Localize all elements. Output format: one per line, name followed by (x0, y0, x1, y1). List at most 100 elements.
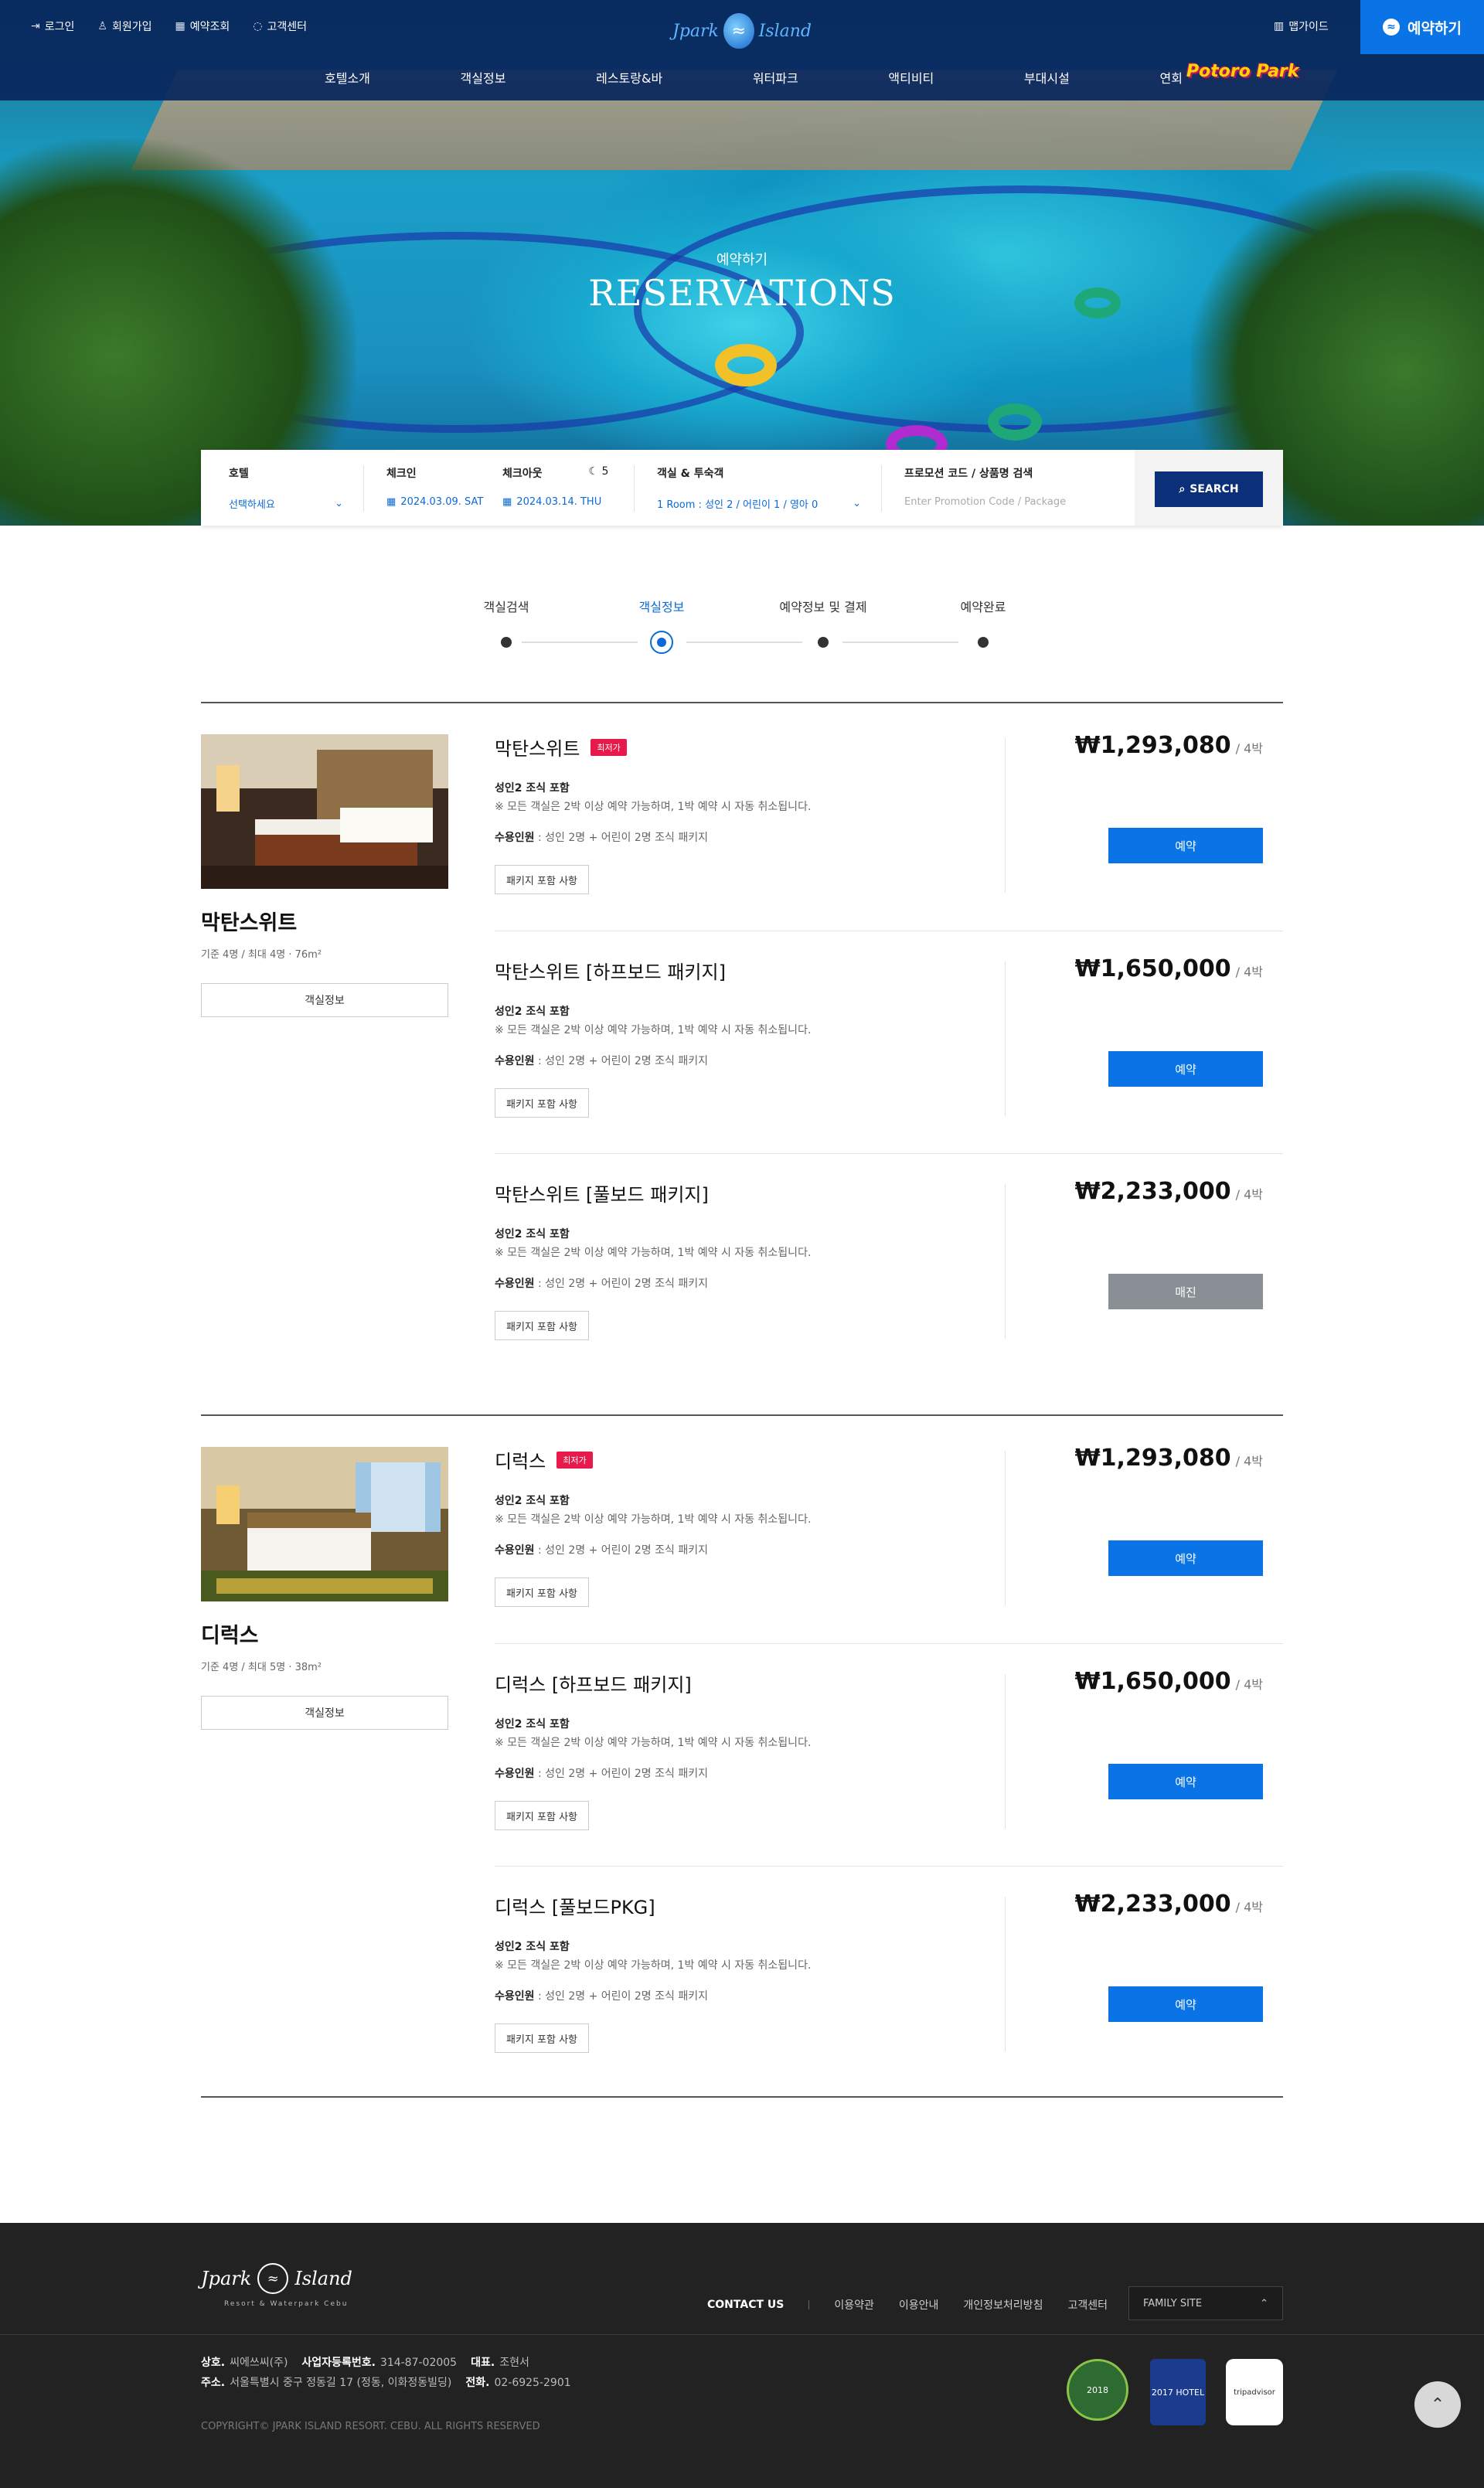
promo-input[interactable]: Enter Promotion Code / Package (904, 496, 1066, 508)
checkin-field[interactable]: 체크인 ▦ 2024.03.09. SAT (386, 465, 483, 508)
terms-link[interactable]: 이용약관 (834, 2297, 874, 2313)
package-price: ₩1,650,000 / 4박 (1075, 955, 1263, 982)
package-details-button[interactable]: 패키지 포함 사항 (495, 1578, 589, 1607)
addr-value: 서울특별시 중구 정동길 17 (정동, 이화정동빌딩) (230, 2377, 452, 2389)
potoro-park-logo[interactable]: Potoro Park (1186, 62, 1299, 81)
promo-field[interactable]: 프로모션 코드 / 상품명 검색 Enter Promotion Code / … (904, 465, 1066, 508)
reservation-lookup-label: 예약조회 (189, 21, 230, 33)
scroll-top-button[interactable]: ⌃ (1414, 2381, 1461, 2428)
reserve-button[interactable]: 예약 (1108, 1764, 1263, 1799)
section-divider (201, 1414, 1283, 1416)
package-capacity: 수용인원 : 성인 2명 + 어린이 2명 조식 패키지 (495, 1275, 708, 1291)
nav-waterpark[interactable]: 워터파크 (753, 68, 798, 87)
checkout-field[interactable]: 체크아웃 ☾ 5 ▦ 2024.03.14. THU (502, 465, 608, 508)
capacity-label: 수용인원 (495, 1055, 535, 1067)
divider (1005, 738, 1006, 893)
package-price: ₩2,233,000 / 4박 (1075, 1891, 1263, 1918)
nav-facilities[interactable]: 부대시설 (1024, 68, 1070, 87)
tel-label: 전화. (465, 2377, 490, 2389)
price-nights: / 4박 (1235, 1187, 1263, 1202)
step-3-dot (818, 637, 829, 648)
family-site-label: FAMILY SITE (1143, 2297, 1203, 2309)
nav-hotel[interactable]: 호텔소개 (325, 68, 370, 87)
step-3-label: 예약정보 및 결제 (779, 600, 867, 614)
room-photo (201, 1447, 448, 1601)
phone: 전화. 02-6925-2901 (465, 2374, 570, 2390)
guests-select[interactable]: 객실 & 투숙객 1 Room : 성인 2 / 어린이 1 / 영아 0 ⌄ (657, 465, 861, 511)
footer-logo[interactable]: Jpark ≈ Island (201, 2263, 352, 2294)
capacity-value: : 성인 2명 + 어린이 2명 조식 패키지 (534, 832, 708, 844)
reservation-lookup-link[interactable]: ▦ 예약조회 (175, 19, 230, 34)
package-title-text: 디럭스 (495, 1451, 546, 1472)
search-button[interactable]: ⌕ SEARCH (1155, 471, 1263, 507)
package-details-button[interactable]: 패키지 포함 사항 (495, 2023, 589, 2053)
capacity-value: : 성인 2명 + 어린이 2명 조식 패키지 (534, 1768, 708, 1780)
price-amount: ₩1,293,080 (1074, 1445, 1231, 1472)
reserve-button[interactable]: 예약 (1108, 1986, 1263, 2022)
hotel-select[interactable]: 호텔 선택하세요 ⌄ (229, 465, 343, 511)
family-site-select[interactable]: FAMILY SITE ⌃ (1128, 2286, 1283, 2320)
reserve-button[interactable]: 예약 (1108, 828, 1263, 863)
step-connector (842, 642, 958, 643)
site-logo[interactable]: Jpark ≈ Island (672, 8, 812, 54)
package-title: 디럭스 [하프보드 패키지] (495, 1669, 692, 1697)
nav-rooms[interactable]: 객실정보 (461, 68, 506, 87)
step-connector (522, 642, 638, 643)
book-now-button[interactable]: ≈ 예약하기 (1360, 0, 1484, 54)
support-link[interactable]: 고객센터 (1067, 2297, 1108, 2313)
package-details-button[interactable]: 패키지 포함 사항 (495, 1311, 589, 1340)
divider (363, 465, 364, 512)
package-notice: ※ 모든 객실은 2박 이상 예약 가능하며, 1박 예약 시 자동 취소됩니다… (495, 1024, 812, 1036)
usage-guide-link[interactable]: 이용안내 (899, 2297, 939, 2313)
package-row: 막탄스위트 최저가 성인2 조식 포함 ※ 모든 객실은 2박 이상 예약 가능하… (495, 707, 1283, 897)
package-details-button[interactable]: 패키지 포함 사항 (495, 865, 589, 894)
package-notice: ※ 모든 객실은 2박 이상 예약 가능하며, 1박 예약 시 자동 취소됩니다… (495, 1513, 812, 1526)
package-details-button[interactable]: 패키지 포함 사항 (495, 1088, 589, 1118)
step-1-dot (501, 637, 512, 648)
step-connector (686, 642, 802, 643)
company-info: 상호. 씨에쓰씨(주) 사업자등록번호. 314-87-02005 대표. 조현서 (201, 2354, 529, 2370)
package-capacity: 수용인원 : 성인 2명 + 어린이 2명 조식 패키지 (495, 1053, 708, 1068)
capacity-label: 수용인원 (495, 1768, 535, 1780)
map-guide-link[interactable]: ▥ 맵가이드 (1274, 19, 1329, 34)
capacity-label: 수용인원 (495, 1544, 535, 1557)
section-divider (201, 702, 1283, 703)
reserve-button[interactable]: 예약 (1108, 1540, 1263, 1576)
price-amount: ₩1,293,080 (1074, 732, 1231, 759)
room-info-button[interactable]: 객실정보 (201, 1696, 448, 1730)
nav-activity[interactable]: 액티비티 (888, 68, 934, 87)
customer-center-link[interactable]: ◌ 고객센터 (253, 19, 307, 34)
package-details-button[interactable]: 패키지 포함 사항 (495, 1801, 589, 1830)
capacity-label: 수용인원 (495, 832, 535, 844)
contact-us-link[interactable]: CONTACT US (707, 2299, 784, 2311)
room-name: 디럭스 (201, 1624, 259, 1648)
capacity-label: 수용인원 (495, 1278, 535, 1290)
lowest-price-badge: 최저가 (591, 738, 627, 756)
divider (1005, 1184, 1006, 1339)
divider (0, 2334, 1484, 2335)
room-info-button[interactable]: 객실정보 (201, 983, 448, 1017)
footer-logo-left: Jpark (201, 2268, 252, 2289)
hotel-value: 선택하세요 (229, 499, 275, 511)
privacy-link[interactable]: 개인정보처리방침 (963, 2297, 1043, 2313)
capacity-label: 수용인원 (495, 1990, 535, 2003)
wave-icon: ≈ (1383, 19, 1401, 36)
package-price: ₩1,293,080 / 4박 (1075, 1445, 1263, 1472)
book-now-label: 예약하기 (1407, 19, 1462, 37)
reserve-button[interactable]: 예약 (1108, 1051, 1263, 1087)
login-link[interactable]: ⇥ 로그인 (31, 19, 74, 34)
package-title: 막탄스위트 최저가 (495, 733, 627, 761)
footer-links: CONTACT US 이용약관 이용안내 개인정보처리방침 고객센터 (707, 2297, 1108, 2313)
reservation-steps: 객실검색 객실정보 예약정보 및 결제 예약완료 (452, 597, 1032, 659)
room-photo (201, 734, 448, 889)
nav-dining[interactable]: 레스토랑&바 (596, 68, 662, 87)
search-icon: ⌕ (1179, 483, 1186, 495)
package-capacity: 수용인원 : 성인 2명 + 어린이 2명 조식 패키지 (495, 1765, 708, 1781)
signup-link[interactable]: ♙ 회원가입 (97, 19, 151, 34)
signup-label: 회원가입 (111, 21, 152, 33)
package-title-text: 디럭스 [하프보드 패키지] (495, 1674, 692, 1696)
search-bar: 호텔 선택하세요 ⌄ 체크인 ▦ 2024.03.09. SAT 체크아웃 ☾ 5 ▦… (201, 450, 1283, 526)
divider (1005, 1674, 1006, 1829)
suite-room-illustration (201, 734, 448, 889)
nav-banquet[interactable]: 연회 (1159, 68, 1182, 87)
